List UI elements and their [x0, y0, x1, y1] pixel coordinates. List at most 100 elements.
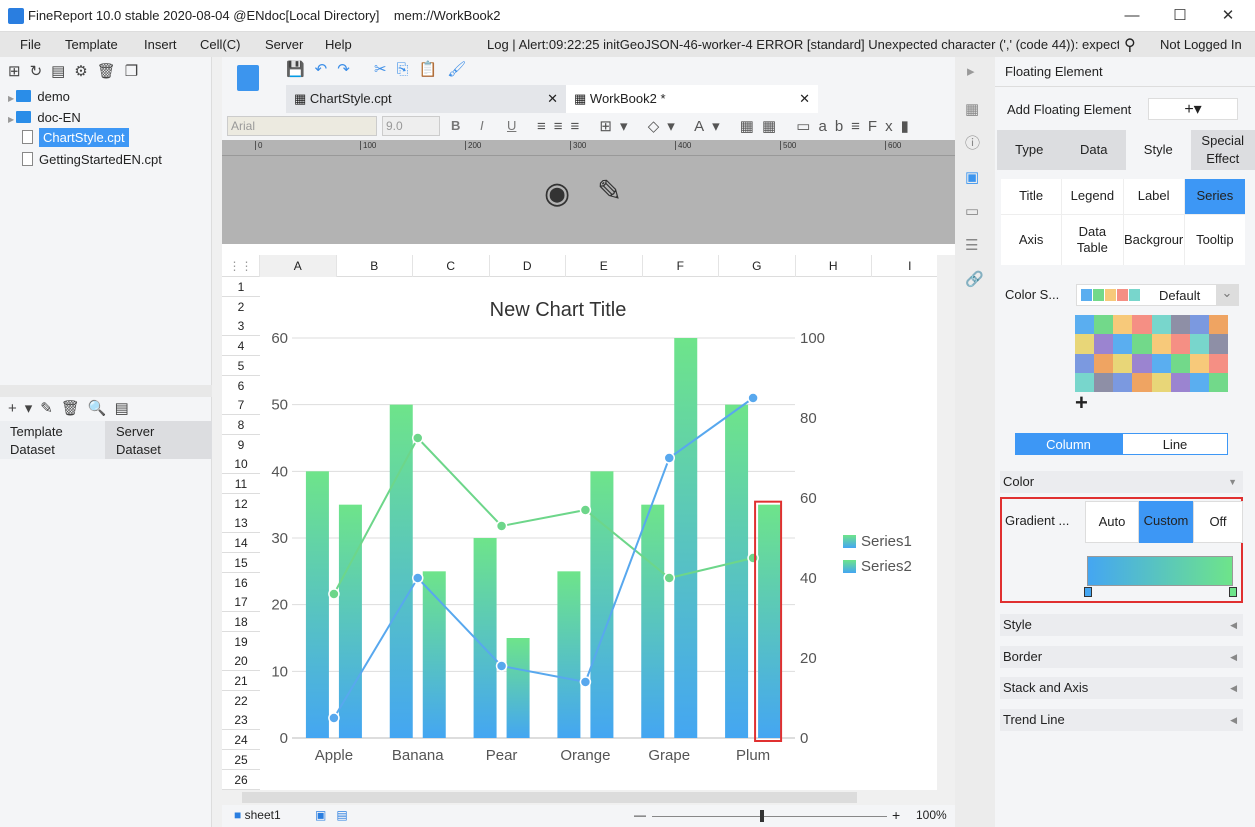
palette-swatch[interactable] — [1094, 372, 1114, 392]
row-header-1[interactable]: 1 — [222, 277, 260, 297]
gradient-auto[interactable]: Auto — [1085, 501, 1139, 543]
chevron-down-icon[interactable]: ⌄ — [1216, 285, 1238, 305]
row-header-10[interactable]: 10 — [222, 454, 260, 475]
bold-button[interactable]: B — [451, 118, 460, 133]
subtab-legend[interactable]: Legend — [1062, 179, 1123, 214]
row-header-3[interactable]: 3 — [222, 316, 260, 337]
row-header-7[interactable]: 7 — [222, 395, 260, 416]
add-floating-button[interactable]: +▾ — [1148, 98, 1238, 120]
color-scheme-select[interactable]: Default ⌄ — [1076, 284, 1239, 306]
line-toggle[interactable]: Line — [1122, 433, 1228, 455]
palette-swatch[interactable] — [1189, 334, 1209, 354]
palette-swatch[interactable] — [1170, 372, 1190, 392]
font-select[interactable]: Arial — [227, 116, 377, 136]
palette-swatch[interactable] — [1132, 334, 1152, 354]
gradient-bar[interactable] — [1087, 556, 1233, 586]
subtab-label[interactable]: Label — [1123, 179, 1184, 214]
gradient-start-handle[interactable] — [1084, 587, 1092, 597]
close-tab-icon[interactable]: ✕ — [799, 85, 810, 113]
palette-swatch[interactable] — [1189, 353, 1209, 373]
subtab-backgrour[interactable]: Backgrour — [1123, 214, 1184, 265]
column-header-B[interactable]: B — [337, 255, 413, 277]
row-header-24[interactable]: 24 — [222, 730, 260, 751]
subtab-data-table[interactable]: Data Table — [1062, 214, 1123, 265]
row-header-16[interactable]: 16 — [222, 572, 260, 593]
column-header-A[interactable]: A — [260, 255, 337, 277]
row-header-8[interactable]: 8 — [222, 414, 260, 435]
palette-swatch[interactable] — [1075, 315, 1095, 335]
tree-item-demo[interactable]: ▶ demo — [8, 89, 70, 104]
dataset-toolbar-icons[interactable]: +▾✎🗑🔍▤ — [8, 399, 137, 417]
palette-swatch[interactable] — [1075, 334, 1095, 354]
palette-swatch[interactable] — [1170, 353, 1190, 373]
row-header-22[interactable]: 22 — [222, 690, 260, 711]
tab-workbook2[interactable]: ▦ WorkBook2 * ✕ — [566, 85, 818, 113]
zoom-out-button[interactable]: — — [634, 808, 646, 822]
color-palette[interactable] — [1075, 315, 1228, 392]
tab-template-dataset[interactable]: Template Dataset — [0, 421, 105, 459]
close-button[interactable]: ✕ — [1208, 4, 1248, 28]
subtab-axis[interactable]: Axis — [1001, 214, 1062, 265]
row-header-2[interactable]: 2 — [222, 296, 260, 317]
login-status[interactable]: Not Logged In — [1160, 37, 1242, 52]
palette-swatch[interactable] — [1113, 334, 1133, 354]
collapse-icon[interactable]: ▸ — [967, 62, 975, 80]
row-header-5[interactable]: 5 — [222, 355, 260, 376]
column-header-G[interactable]: G — [719, 255, 796, 277]
palette-swatch[interactable] — [1170, 334, 1190, 354]
palette-swatch[interactable] — [1208, 334, 1228, 354]
palette-swatch[interactable] — [1132, 372, 1152, 392]
tab-style[interactable]: Style — [1126, 130, 1191, 170]
close-tab-icon[interactable]: ✕ — [547, 85, 558, 113]
menu-insert[interactable]: Insert — [144, 37, 177, 52]
row-header-23[interactable]: 23 — [222, 710, 260, 731]
row-header-19[interactable]: 19 — [222, 631, 260, 652]
side-icons[interactable]: ▦ ⓘ ▣ ▭ ☰ 🔗 — [965, 93, 984, 297]
row-header-6[interactable]: 6 — [222, 375, 260, 396]
palette-swatch[interactable] — [1151, 353, 1171, 373]
chart[interactable]: New Chart Title 0 10 20 30 40 50 60 0 20 40 60 80 100… — [260, 280, 935, 790]
search-icon[interactable]: ⚲ — [1124, 35, 1136, 55]
row-header-21[interactable]: 21 — [222, 671, 260, 691]
stack-axis-section[interactable]: Stack and Axis ◀ — [1000, 677, 1243, 699]
palette-swatch[interactable] — [1094, 315, 1114, 335]
menu-server[interactable]: Server — [265, 37, 303, 52]
tab-server-dataset[interactable]: Server Dataset — [105, 421, 212, 459]
row-header-15[interactable]: 15 — [222, 552, 260, 573]
row-header-13[interactable]: 13 — [222, 513, 260, 534]
row-header-9[interactable]: 9 — [222, 434, 260, 455]
column-header-H[interactable]: H — [796, 255, 872, 277]
underline-button[interactable]: U — [507, 118, 516, 133]
palette-swatch[interactable] — [1151, 334, 1171, 354]
palette-swatch[interactable] — [1132, 353, 1152, 373]
tree-item-doc-en[interactable]: ▶ doc-EN — [8, 110, 81, 125]
palette-swatch[interactable] — [1075, 353, 1095, 373]
tree-item-chartstyle[interactable]: ChartStyle.cpt — [22, 128, 129, 147]
row-header-12[interactable]: 12 — [222, 493, 260, 514]
file-toolbar-icons[interactable]: ⊞↻▤⚙🗑❐ — [8, 62, 147, 80]
menu-cell[interactable]: Cell(C) — [200, 37, 240, 52]
italic-button[interactable]: I — [480, 118, 484, 133]
tab-data[interactable]: Data — [1061, 130, 1126, 170]
palette-swatch[interactable] — [1113, 315, 1133, 335]
column-header-F[interactable]: F — [643, 255, 719, 277]
hide-icon[interactable]: ◉ — [544, 176, 570, 211]
tab-chartstyle[interactable]: ▦ ChartStyle.cpt ✕ — [286, 85, 566, 113]
tab-type[interactable]: Type — [997, 130, 1062, 170]
zoom-slider[interactable] — [652, 816, 887, 817]
gradient-off[interactable]: Off — [1193, 501, 1243, 543]
add-sheet-icons[interactable]: ▣▤ — [315, 808, 358, 822]
preview-icon[interactable] — [237, 65, 259, 91]
color-section[interactable]: Color ▼ — [1000, 471, 1243, 493]
vertical-scrollbar[interactable] — [937, 255, 955, 790]
panel-splitter[interactable] — [0, 385, 212, 397]
row-header-20[interactable]: 20 — [222, 651, 260, 672]
palette-swatch[interactable] — [1113, 372, 1133, 392]
maximize-button[interactable]: ☐ — [1160, 4, 1200, 28]
zoom-slider-handle[interactable] — [760, 810, 764, 822]
add-color-button[interactable]: + — [1075, 390, 1088, 416]
floating-element-icon[interactable]: ▣ — [965, 169, 979, 186]
palette-swatch[interactable] — [1189, 372, 1209, 392]
gradient-custom[interactable]: Custom — [1139, 501, 1193, 543]
gradient-end-handle[interactable] — [1229, 587, 1237, 597]
